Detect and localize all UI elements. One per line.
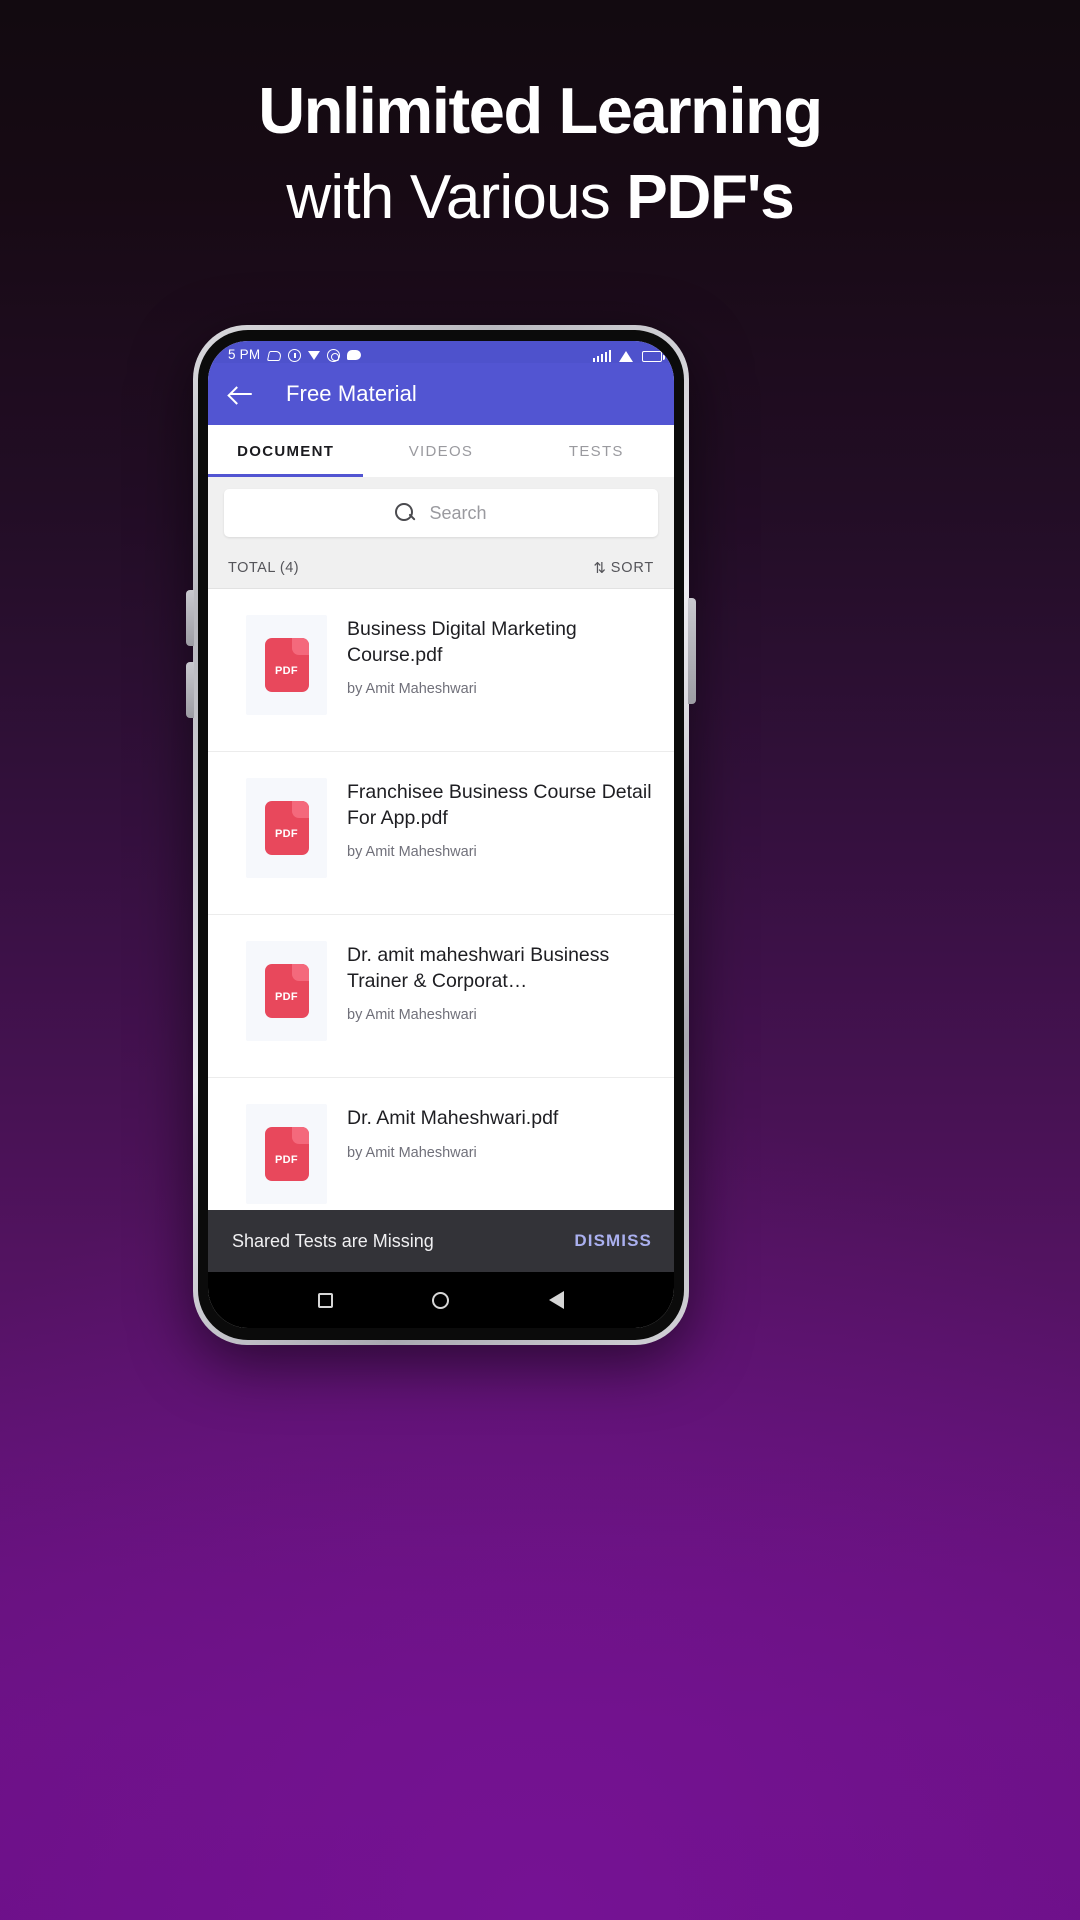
battery-icon: [642, 351, 665, 362]
tab-tests[interactable]: TESTS: [519, 425, 674, 477]
chat-icon: [347, 350, 362, 360]
document-meta: Franchisee Business Course Detail For Ap…: [347, 778, 652, 860]
back-triangle-icon[interactable]: [549, 1291, 565, 1309]
sort-label: SORT: [610, 559, 654, 576]
page-title: Free Material: [286, 381, 417, 406]
pdf-icon: PDF: [264, 638, 309, 692]
headline-line-2-light: with Various: [286, 163, 627, 232]
document-author: by Amit Maheshwari: [347, 844, 477, 861]
document-meta: Dr. Amit Maheshwari.pdf by Amit Maheshwa…: [347, 1104, 652, 1161]
phone-bezel: 5 PM Free Material DOCUMENT VIDEOS TESTS…: [198, 330, 684, 1340]
back-arrow-icon[interactable]: [226, 379, 256, 409]
status-bar-left: 5 PM: [228, 347, 362, 362]
pdf-icon: PDF: [264, 1127, 309, 1181]
pdf-icon-label: PDF: [275, 828, 298, 840]
alarm-icon: [288, 349, 302, 362]
power-button[interactable]: [688, 598, 696, 704]
total-count: TOTAL (4): [228, 559, 300, 576]
list-header: TOTAL (4) ⇅ SORT: [208, 547, 674, 589]
document-author: by Amit Maheshwari: [347, 681, 477, 698]
tab-document[interactable]: DOCUMENT: [208, 425, 364, 477]
document-title: Dr. Amit Maheshwari.pdf: [347, 1107, 559, 1129]
document-thumbnail: PDF: [246, 941, 327, 1041]
phone-screen: 5 PM Free Material DOCUMENT VIDEOS TESTS…: [208, 341, 674, 1328]
document-title: Franchisee Business Course Detail For Ap…: [347, 781, 652, 829]
volume-down-button[interactable]: [186, 662, 194, 718]
pdf-icon-label: PDF: [275, 991, 298, 1003]
headline-line-2-bold: PDF's: [626, 163, 794, 232]
volume-up-button[interactable]: [186, 590, 194, 646]
document-meta: Business Digital Marketing Course.pdf by…: [347, 615, 652, 697]
whatsapp-icon: [327, 349, 341, 362]
snackbar-message: Shared Tests are Missing: [232, 1230, 434, 1251]
search-placeholder: Search: [429, 502, 487, 523]
document-author: by Amit Maheshwari: [347, 1007, 477, 1024]
document-thumbnail: PDF: [246, 778, 327, 878]
search-section: Search: [208, 477, 674, 547]
app-bar: Free Material: [208, 363, 674, 425]
pdf-icon: PDF: [264, 801, 309, 855]
wifi-icon: [619, 350, 634, 362]
document-thumbnail: PDF: [246, 615, 327, 715]
document-meta: Dr. amit maheshwari Business Trainer & C…: [347, 941, 652, 1023]
status-bar: 5 PM: [208, 341, 674, 363]
status-time: 5 PM: [228, 347, 261, 362]
list-item[interactable]: PDF Business Digital Marketing Course.pd…: [208, 589, 674, 752]
download-icon: [308, 351, 321, 360]
document-title: Business Digital Marketing Course.pdf: [347, 618, 577, 666]
signal-icon: [593, 350, 611, 362]
pdf-icon-label: PDF: [275, 665, 298, 677]
promo-headline: Unlimited Learning with Various PDF's: [0, 78, 1080, 229]
headline-line-2: with Various PDF's: [0, 167, 1080, 229]
tab-bar: DOCUMENT VIDEOS TESTS: [208, 425, 674, 477]
search-input[interactable]: Search: [224, 489, 658, 537]
android-nav-bar: [208, 1272, 674, 1328]
document-title: Dr. amit maheshwari Business Trainer & C…: [347, 944, 610, 992]
silent-icon: [267, 348, 281, 362]
snackbar: Shared Tests are Missing DISMISS: [208, 1210, 674, 1272]
dismiss-button[interactable]: DISMISS: [574, 1231, 652, 1251]
list-item[interactable]: PDF Franchisee Business Course Detail Fo…: [208, 752, 674, 915]
document-author: by Amit Maheshwari: [347, 1144, 477, 1161]
recents-icon[interactable]: [317, 1292, 333, 1308]
document-list: PDF Business Digital Marketing Course.pd…: [208, 589, 674, 1272]
search-icon: [395, 503, 415, 523]
status-bar-right: [593, 350, 665, 362]
document-thumbnail: PDF: [246, 1104, 327, 1204]
phone-mockup: 5 PM Free Material DOCUMENT VIDEOS TESTS…: [193, 325, 689, 1345]
sort-icon: ⇅: [593, 559, 607, 577]
tab-videos[interactable]: VIDEOS: [363, 425, 518, 477]
home-icon[interactable]: [432, 1291, 450, 1309]
sort-button[interactable]: ⇅ SORT: [593, 559, 654, 577]
pdf-icon: PDF: [264, 964, 309, 1018]
pdf-icon-label: PDF: [275, 1154, 298, 1166]
list-item[interactable]: PDF Dr. amit maheshwari Business Trainer…: [208, 915, 674, 1078]
headline-line-1: Unlimited Learning: [258, 74, 823, 147]
